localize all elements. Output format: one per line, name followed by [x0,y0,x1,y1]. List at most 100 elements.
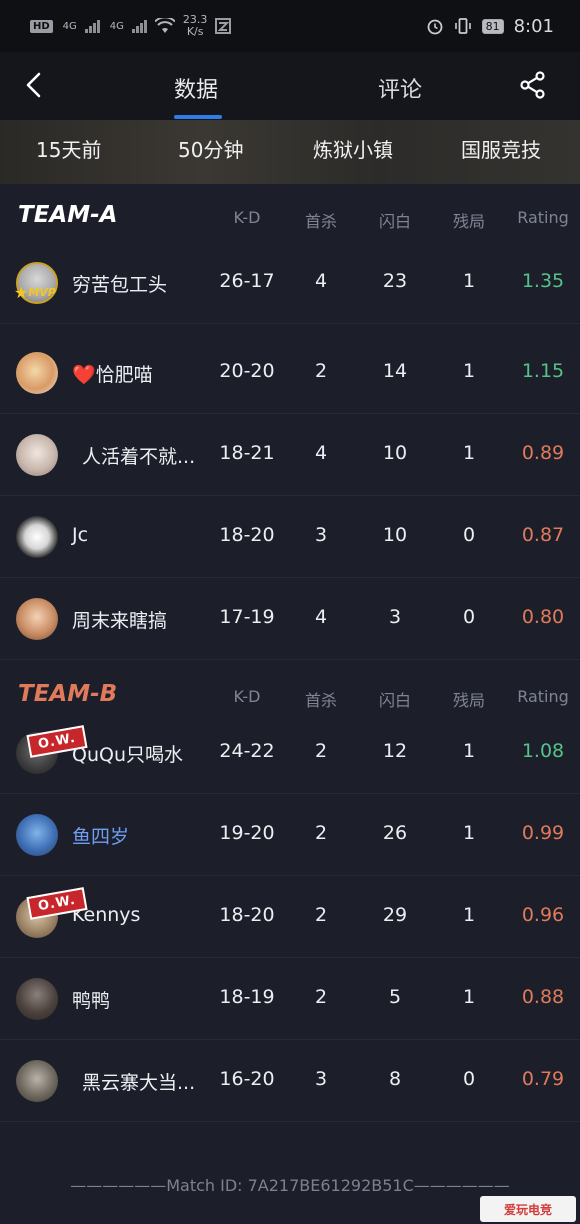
player-rating: 1.35 [521,270,565,292]
watermark-logo: 爱玩电竞 [480,1196,576,1222]
player-name: 人活着不就... [82,446,196,468]
signal-icon [84,19,100,33]
player-avatar[interactable] [16,814,58,856]
alarm-icon [427,19,442,35]
player-rating: 0.88 [521,986,565,1008]
player-clutches: 0 [462,524,476,546]
player-name: 鱼四岁 [72,826,130,848]
player-first-kills: 3 [314,1068,328,1090]
player-kd: 16-20 [219,1068,275,1090]
player-rating: 1.15 [521,360,565,382]
vibrate-icon [454,18,471,34]
player-first-kills: 2 [314,986,328,1008]
player-clutches: 0 [462,1068,476,1090]
player-avatar[interactable] [16,978,58,1020]
player-flashes: 10 [382,524,408,546]
player-first-kills: 2 [314,822,328,844]
player-flashes: 14 [382,360,408,382]
share-icon[interactable] [518,70,548,100]
player-avatar[interactable] [16,1060,58,1102]
match-id: ——————Match ID: 7A217BE61292B51C—————— [70,1176,510,1195]
player-flashes: 8 [388,1068,402,1090]
match-info-bar: 15天前 50分钟 炼狱小镇 国服竞技 [0,120,580,184]
player-name: Jc [72,524,89,546]
player-clutches: 1 [462,270,476,292]
team-a-title: TEAM-A [18,202,118,228]
player-rating: 0.79 [521,1068,565,1090]
player-first-kills: 2 [314,740,328,762]
match-time-ago: 15天前 [36,138,102,162]
player-rating: 0.87 [521,524,565,546]
player-rating: 0.89 [521,442,565,464]
player-kd: 18-21 [219,442,275,464]
player-kd: 20-20 [219,360,275,382]
player-row[interactable]: 黑云寨大当... 16-20 3 8 0 0.79 [0,1040,580,1122]
player-row[interactable]: 鸭鸭 18-19 2 5 1 0.88 [0,958,580,1040]
player-name: ❤️恰肥喵 [72,364,153,386]
player-clutches: 1 [462,360,476,382]
col-kd: K-D [233,687,261,706]
player-avatar[interactable] [16,352,58,394]
player-rating: 0.96 [521,904,565,926]
back-arrow-icon[interactable] [20,70,50,100]
player-kd: 24-22 [219,740,275,762]
player-kd: 19-20 [219,822,275,844]
player-name: QuQu只喝水 [72,744,183,766]
player-avatar[interactable] [16,598,58,640]
player-row[interactable]: Jc 18-20 3 10 0 0.87 [0,496,580,578]
player-first-kills: 4 [314,442,328,464]
battery-icon: 81 [481,18,504,34]
player-row[interactable]: 穷苦包工头 26-17 4 23 1 1.35 [0,242,580,324]
player-clutches: 1 [462,442,476,464]
top-navigation: 数据 评论 [0,52,580,120]
player-row[interactable]: Kennys 18-20 2 29 1 0.96 [0,876,580,958]
player-clutches: 1 [462,822,476,844]
player-rating: 1.08 [521,740,565,762]
col-first-kills: 首杀 [304,691,337,710]
col-kd: K-D [233,208,261,227]
player-flashes: 23 [382,270,408,292]
player-row[interactable]: 周末来瞎搞 17-19 4 3 0 0.80 [0,578,580,660]
player-row[interactable]: 鱼四岁 19-20 2 26 1 0.99 [0,794,580,876]
player-clutches: 1 [462,740,476,762]
player-clutches: 1 [462,904,476,926]
player-kd: 18-20 [219,904,275,926]
player-row[interactable]: 人活着不就... 18-21 4 10 1 0.89 [0,414,580,496]
player-flashes: 10 [382,442,408,464]
player-row[interactable]: ❤️恰肥喵 20-20 2 14 1 1.15 [0,332,580,414]
wifi-icon [154,18,175,33]
network-4g-label: 4G [62,20,77,32]
player-flashes: 3 [388,606,402,628]
app-notification-icon [215,18,232,34]
player-name: 周末来瞎搞 [72,610,168,632]
player-avatar[interactable] [16,516,58,558]
team-b-title: TEAM-B [18,681,118,707]
player-clutches: 1 [462,986,476,1008]
player-avatar[interactable] [16,434,58,476]
player-kd: 26-17 [219,270,275,292]
match-mode: 国服竞技 [461,138,541,162]
tab-comments[interactable]: 评论 [378,72,422,104]
player-name: 黑云寨大当... [82,1072,196,1094]
match-duration: 50分钟 [178,138,244,162]
active-tab-indicator [174,115,222,119]
signal-icon-2 [131,19,147,33]
player-flashes: 26 [382,822,408,844]
player-kd: 17-19 [219,606,275,628]
col-clutches: 残局 [452,691,485,710]
network-4g-label-2: 4G [109,20,124,32]
match-map: 炼狱小镇 [313,138,393,162]
network-speed: 23.3 K/s [183,14,208,38]
mvp-badge: ★ MVP [14,283,56,302]
player-first-kills: 2 [314,360,328,382]
player-first-kills: 3 [314,524,328,546]
player-first-kills: 4 [314,606,328,628]
speed-unit: K/s [186,25,204,38]
player-row[interactable]: QuQu只喝水 24-22 2 12 1 1.08 [0,712,580,794]
player-name: 鸭鸭 [72,990,111,1012]
player-name: 穷苦包工头 [72,274,168,296]
col-rating: Rating [517,208,569,227]
player-clutches: 0 [462,606,476,628]
tab-data[interactable]: 数据 [174,72,218,104]
player-flashes: 29 [382,904,408,926]
